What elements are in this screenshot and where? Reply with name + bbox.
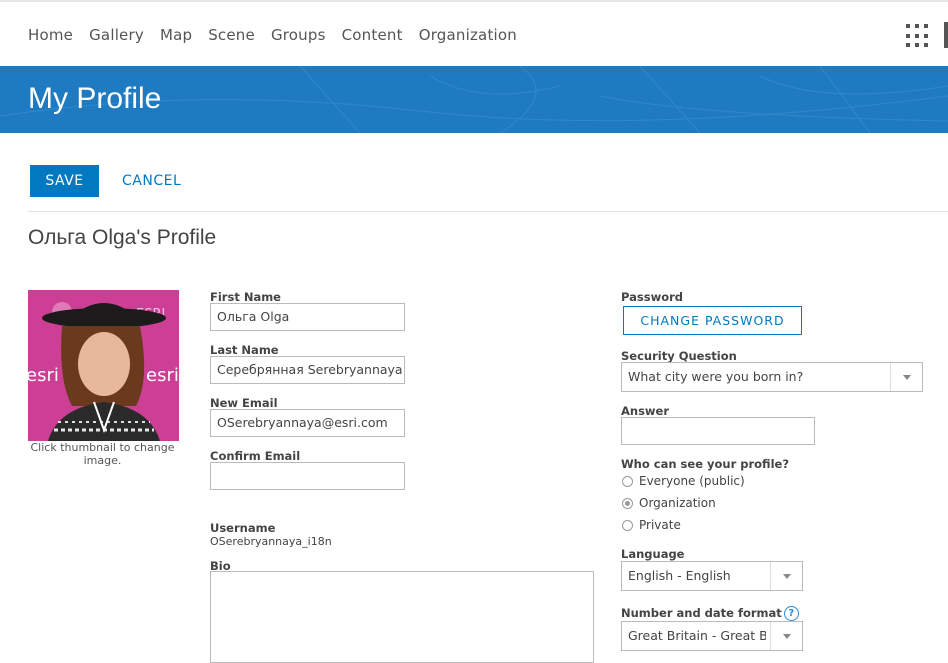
divider <box>28 211 948 212</box>
security-question-value: What city were you born in? <box>628 369 804 384</box>
username-value: OSerebryannaya_i18n <box>210 535 332 548</box>
nav-groups[interactable]: Groups <box>271 26 326 44</box>
page-banner: My Profile <box>0 66 948 133</box>
chevron-down-icon[interactable] <box>770 622 802 650</box>
nav-map[interactable]: Map <box>160 26 192 44</box>
thumbnail-logo-text-left: esri <box>28 365 59 386</box>
profile-thumbnail[interactable]: esri esri ESRI <box>28 290 179 441</box>
chevron-down-icon[interactable] <box>770 562 802 590</box>
page-title: My Profile <box>28 82 162 115</box>
user-avatar-edge[interactable] <box>944 22 948 48</box>
nav-home[interactable]: Home <box>28 26 73 44</box>
confirm-email-label: Confirm Email <box>210 449 301 463</box>
security-question-select[interactable]: What city were you born in? <box>621 362 923 392</box>
last-name-label: Last Name <box>210 343 279 357</box>
radio-everyone-label: Everyone (public) <box>639 474 745 488</box>
app-launcher-grid-icon[interactable] <box>906 24 930 48</box>
format-label: Number and date format <box>621 606 782 620</box>
format-select[interactable]: Great Britain - Great B <box>621 621 803 651</box>
radio-private[interactable]: Private <box>622 518 681 532</box>
format-value: Great Britain - Great B <box>628 628 766 643</box>
answer-label: Answer <box>621 404 670 418</box>
radio-private-label: Private <box>639 518 681 532</box>
bio-textarea[interactable] <box>210 571 594 663</box>
first-name-field[interactable]: Ольга Olga <box>210 303 405 331</box>
radio-organization-label: Organization <box>639 496 716 510</box>
top-navigation-bar: Home Gallery Map Scene Groups Content Or… <box>0 0 948 66</box>
new-email-label: New Email <box>210 396 278 410</box>
main-nav: Home Gallery Map Scene Groups Content Or… <box>28 26 533 44</box>
radio-everyone[interactable]: Everyone (public) <box>622 474 745 488</box>
security-question-label: Security Question <box>621 349 737 363</box>
nav-content[interactable]: Content <box>342 26 403 44</box>
nav-scene[interactable]: Scene <box>208 26 255 44</box>
nav-organization[interactable]: Organization <box>419 26 517 44</box>
question-circle-icon[interactable]: ? <box>783 606 799 621</box>
thumbnail-caption: Click thumbnail to change image. <box>30 441 175 467</box>
radio-selected-icon[interactable] <box>622 497 633 509</box>
language-value: English - English <box>628 568 731 583</box>
save-button[interactable]: SAVE <box>30 165 99 197</box>
confirm-email-field[interactable] <box>210 462 405 490</box>
radio-organization[interactable]: Organization <box>622 496 716 510</box>
language-label: Language <box>621 547 685 561</box>
cancel-button[interactable]: CANCEL <box>112 165 191 197</box>
change-password-button[interactable]: CHANGE PASSWORD <box>623 306 802 335</box>
chevron-down-icon[interactable] <box>890 363 922 391</box>
answer-field[interactable] <box>621 417 815 445</box>
profile-photo-image: esri esri ESRI <box>28 290 179 441</box>
format-label-row: Number and date format? <box>621 606 799 621</box>
profile-heading: Ольга Olga's Profile <box>28 226 217 249</box>
last-name-field[interactable]: Серебрянная Serebryannaya <box>210 356 405 384</box>
visibility-label: Who can see your profile? <box>621 457 789 471</box>
language-select[interactable]: English - English <box>621 561 803 591</box>
password-label: Password <box>621 290 683 304</box>
thumbnail-logo-text-right: esri <box>146 365 179 386</box>
radio-circle-icon[interactable] <box>622 475 633 487</box>
first-name-label: First Name <box>210 290 281 304</box>
username-label: Username <box>210 521 276 535</box>
new-email-field[interactable]: OSerebryannaya@esri.com <box>210 409 405 437</box>
nav-gallery[interactable]: Gallery <box>89 26 144 44</box>
radio-circle-icon[interactable] <box>622 519 633 531</box>
